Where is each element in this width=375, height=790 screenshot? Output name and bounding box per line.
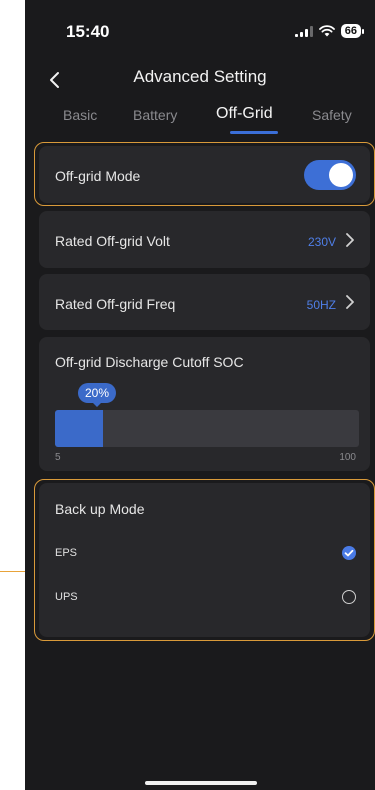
- slider-min-label: 5: [55, 452, 61, 463]
- slider-value-bubble: 20%: [77, 383, 117, 407]
- tab-bar: Basic Battery Off-Grid Safety: [33, 105, 375, 134]
- slider-fill: [55, 410, 103, 447]
- signal-icon: [294, 25, 313, 37]
- home-indicator: [145, 781, 257, 785]
- rated-volt-row[interactable]: Rated Off-grid Volt 230V: [39, 211, 370, 268]
- status-time: 15:40: [66, 22, 110, 41]
- rated-freq-value: 50HZ: [306, 298, 336, 312]
- active-tab-underline: [230, 131, 278, 134]
- chevron-right-icon: [346, 233, 354, 247]
- discharge-cutoff-label: Off-grid Discharge Cutoff SOC: [55, 354, 244, 370]
- option-ups-label: UPS: [55, 591, 78, 603]
- backup-mode-card: Back up Mode EPS UPS: [39, 483, 370, 637]
- slider-max-label: 100: [339, 452, 356, 463]
- off-grid-mode-toggle[interactable]: [304, 160, 356, 190]
- discharge-cutoff-slider[interactable]: [55, 410, 359, 447]
- rated-freq-label: Rated Off-grid Freq: [55, 296, 176, 312]
- tab-safety[interactable]: Safety: [312, 107, 352, 123]
- off-grid-mode-card: Off-grid Mode: [39, 146, 370, 203]
- tab-basic[interactable]: Basic: [63, 107, 97, 123]
- chevron-right-icon: [346, 295, 354, 309]
- battery-indicator: 66: [340, 24, 365, 38]
- page-title: Advanced Setting: [133, 67, 267, 86]
- tab-off-grid[interactable]: Off-Grid: [216, 105, 273, 123]
- rated-volt-value: 230V: [307, 235, 336, 249]
- checkmark-icon: [344, 549, 354, 557]
- option-eps-radio[interactable]: [342, 546, 356, 560]
- discharge-cutoff-card: Off-grid Discharge Cutoff SOC 20% 5 100: [39, 337, 370, 471]
- phone-screen: 15:40 66 Advanced Setting Basic Battery …: [25, 0, 375, 790]
- backup-mode-title: Back up Mode: [55, 501, 145, 517]
- option-ups-radio[interactable]: [342, 590, 356, 604]
- option-eps-label: EPS: [55, 547, 78, 559]
- status-icons: 66: [294, 24, 365, 38]
- rated-volt-label: Rated Off-grid Volt: [55, 233, 170, 249]
- wifi-icon: [318, 25, 335, 37]
- rated-freq-row[interactable]: Rated Off-grid Freq 50HZ: [39, 274, 370, 330]
- tab-battery[interactable]: Battery: [133, 107, 177, 123]
- off-grid-mode-label: Off-grid Mode: [55, 168, 141, 184]
